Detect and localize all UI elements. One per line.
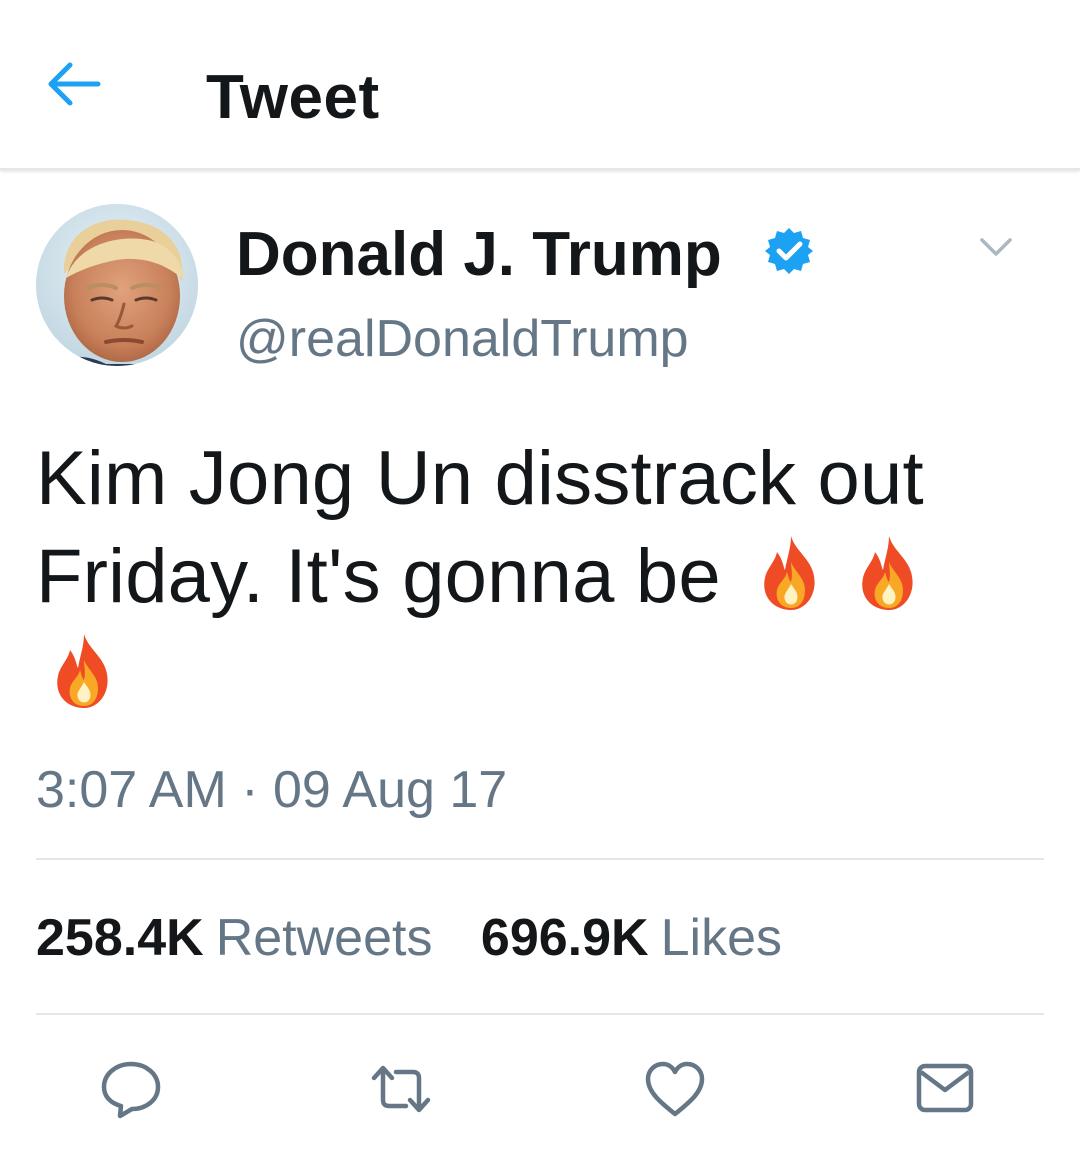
- likes-stat[interactable]: 696.9K Likes: [481, 909, 782, 967]
- page-title: Tweet: [206, 63, 380, 132]
- verified-badge-icon: [764, 226, 814, 276]
- tweet-stats: 258.4K Retweets 696.9K Likes: [36, 906, 816, 970]
- direct-message-button[interactable]: [910, 1054, 980, 1124]
- divider: [36, 1013, 1044, 1015]
- likes-label: Likes: [660, 909, 782, 967]
- retweets-stat[interactable]: 258.4K Retweets: [36, 909, 432, 967]
- tweet-timestamp: 3:07 AM · 09 Aug 17: [36, 761, 508, 819]
- envelope-icon: [916, 1063, 974, 1113]
- retweets-label: Retweets: [215, 909, 433, 967]
- fire-emoji-icon: [50, 632, 118, 710]
- retweet-icon: [371, 1065, 431, 1113]
- like-button[interactable]: [640, 1054, 710, 1124]
- tweet-text-line: Kim Jong Un disstrack out: [36, 436, 924, 521]
- top-app-bar: Tweet: [0, 0, 1080, 170]
- tweet-text-line: [36, 626, 1056, 724]
- retweets-count: 258.4K: [36, 909, 204, 967]
- heart-icon: [645, 1061, 705, 1117]
- fire-emoji-icon: [757, 534, 825, 612]
- profile-photo: [36, 204, 198, 366]
- tweet-text-segment: Friday. It's gonna be: [36, 534, 721, 619]
- reply-icon: [101, 1061, 161, 1119]
- fire-emoji-icon: [855, 534, 923, 612]
- author-handle[interactable]: @realDonaldTrump: [236, 308, 689, 370]
- tweet-menu-button[interactable]: [976, 232, 1016, 262]
- tweet-text: Kim Jong Un disstrack out Friday. It's g…: [36, 430, 1056, 724]
- reply-button[interactable]: [96, 1054, 166, 1124]
- back-button[interactable]: [42, 56, 106, 112]
- chevron-down-icon: [980, 238, 1012, 256]
- likes-count: 696.9K: [480, 909, 649, 967]
- arrow-left-icon: [48, 62, 101, 106]
- divider: [36, 858, 1044, 860]
- retweet-button[interactable]: [366, 1054, 436, 1124]
- avatar[interactable]: [36, 204, 198, 366]
- author-display-name[interactable]: Donald J. Trump: [236, 220, 722, 290]
- tweet-text-line: Friday. It's gonna be: [36, 528, 1056, 626]
